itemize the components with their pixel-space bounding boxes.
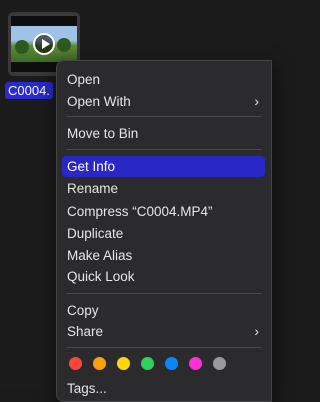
tag-orange-dot[interactable] — [93, 357, 106, 370]
tag-purple-dot[interactable] — [189, 357, 202, 370]
menu-item-make-alias[interactable]: Make Alias — [62, 245, 265, 266]
menu-item-label: Open — [67, 72, 101, 87]
play-icon — [33, 33, 55, 55]
menu-item-share[interactable]: Share › — [62, 321, 265, 342]
tree-shape — [15, 40, 29, 54]
menu-item-label: Open With — [67, 94, 131, 109]
tag-yellow-dot[interactable] — [117, 357, 130, 370]
menu-item-quick-look[interactable]: Quick Look — [62, 266, 265, 287]
menu-item-label: Quick Look — [67, 269, 135, 284]
menu-separator — [67, 149, 261, 150]
tag-red-dot[interactable] — [69, 357, 82, 370]
menu-item-label: Make Alias — [67, 248, 133, 263]
menu-item-label: Rename — [67, 181, 119, 196]
menu-item-label: Copy — [67, 303, 99, 318]
tag-blue-dot[interactable] — [165, 357, 178, 370]
context-menu: Open Open With › Move to Bin Get Info Ren… — [56, 60, 272, 402]
menu-separator — [67, 293, 261, 294]
film-frame-top — [11, 16, 77, 26]
menu-item-copy[interactable]: Copy — [62, 300, 265, 321]
menu-item-label: Get Info — [67, 159, 116, 174]
tag-green-dot[interactable] — [141, 357, 154, 370]
menu-item-label: Share — [67, 324, 104, 339]
menu-item-label: Move to Bin — [67, 126, 139, 141]
menu-item-duplicate[interactable]: Duplicate — [62, 223, 265, 244]
menu-item-get-info[interactable]: Get Info — [62, 156, 265, 177]
desktop: C0004. Open Open With › Move to Bin Get I… — [0, 0, 272, 402]
tag-gray-dot[interactable] — [213, 357, 226, 370]
menu-item-move-to-bin[interactable]: Move to Bin — [62, 123, 265, 144]
file-name-label[interactable]: C0004. — [5, 82, 53, 99]
tree-shape — [57, 38, 71, 52]
menu-item-label: Compress “C0004.MP4” — [67, 204, 213, 219]
thumbnail-image — [11, 26, 77, 62]
menu-item-label: Duplicate — [67, 226, 124, 241]
chevron-right-icon: › — [254, 323, 259, 339]
menu-separator — [67, 347, 261, 348]
menu-item-compress[interactable]: Compress “C0004.MP4” — [62, 201, 265, 222]
chevron-right-icon: › — [254, 93, 259, 109]
menu-item-open-with[interactable]: Open With › — [62, 91, 265, 112]
menu-item-rename[interactable]: Rename — [62, 178, 265, 199]
menu-item-open[interactable]: Open — [62, 69, 265, 90]
menu-separator — [67, 116, 261, 117]
